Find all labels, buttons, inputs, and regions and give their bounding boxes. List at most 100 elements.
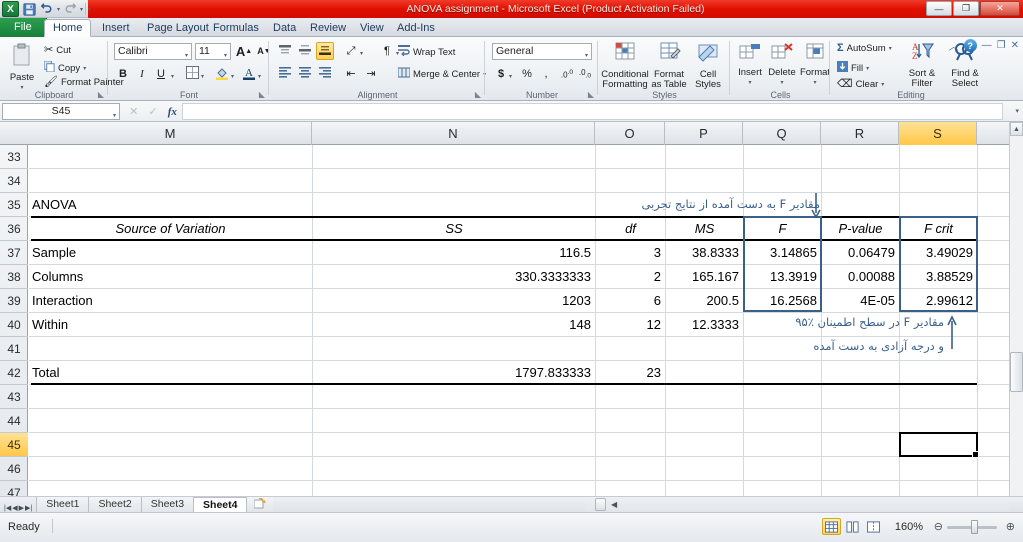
- row-header-39[interactable]: 39: [0, 289, 28, 313]
- italic-button[interactable]: I: [133, 65, 151, 83]
- format-cells-button[interactable]: Format ▾: [799, 42, 831, 88]
- align-top-button[interactable]: [276, 42, 294, 60]
- excel-logo-icon[interactable]: X: [2, 1, 19, 17]
- copy-button[interactable]: Copy ▾: [43, 60, 86, 75]
- scroll-up-button[interactable]: ▲: [1010, 122, 1023, 136]
- redo-icon[interactable]: [62, 1, 78, 17]
- cell-O38-df[interactable]: 2: [596, 265, 665, 288]
- column-header-O[interactable]: O: [595, 122, 665, 145]
- cell-M39-source[interactable]: Interaction: [29, 289, 312, 312]
- row-header-40[interactable]: 40: [0, 313, 28, 337]
- tab-formulas[interactable]: Formulas: [205, 20, 267, 37]
- undo-dropdown-caret-icon[interactable]: ▾: [57, 6, 60, 13]
- delete-caret-icon[interactable]: ▾: [780, 78, 783, 88]
- cell-M37-source[interactable]: Sample: [29, 241, 312, 264]
- fill-button[interactable]: Fill ▾: [837, 61, 869, 75]
- sort-filter-button[interactable]: AZ Sort & Filter: [903, 41, 941, 89]
- row-header-36[interactable]: 36: [0, 217, 28, 241]
- align-bottom-button[interactable]: [316, 42, 334, 60]
- sheet-tab-sheet2[interactable]: Sheet2: [88, 497, 141, 512]
- increase-decimal-button[interactable]: .0.0: [558, 65, 576, 83]
- redo-dropdown-caret-icon[interactable]: ▾: [80, 6, 83, 13]
- row-header-37[interactable]: 37: [0, 241, 28, 265]
- font-dialog-launcher[interactable]: ◣: [259, 90, 265, 99]
- font-color-caret-icon[interactable]: ▾: [258, 73, 261, 80]
- help-icon[interactable]: ?: [963, 39, 977, 52]
- column-header-N[interactable]: N: [312, 122, 595, 145]
- insert-worksheet-icon[interactable]: [246, 497, 274, 512]
- row-header-45[interactable]: 45: [0, 433, 28, 457]
- zoom-in-button[interactable]: ⊕: [1006, 520, 1015, 533]
- cell-R38-pvalue[interactable]: 0.00088: [822, 265, 899, 288]
- zoom-level[interactable]: 160%: [895, 521, 923, 533]
- cell-P37-ms[interactable]: 38.8333: [666, 241, 743, 264]
- borders-button[interactable]: [183, 65, 201, 83]
- cell-N36-header-ss[interactable]: SS: [313, 217, 595, 240]
- normal-view-icon[interactable]: [822, 518, 841, 535]
- window-close-small-icon[interactable]: ✕: [1011, 40, 1019, 51]
- tab-view[interactable]: View: [352, 20, 392, 37]
- row-header-41[interactable]: 41: [0, 337, 28, 361]
- cell-O36-header-df[interactable]: df: [596, 217, 665, 240]
- minimize-ribbon-icon[interactable]: ︿: [949, 38, 959, 53]
- cell-N39-ss[interactable]: 1203: [313, 289, 595, 312]
- enter-formula-icon[interactable]: ✓: [148, 105, 157, 118]
- underline-caret-icon[interactable]: ▾: [171, 73, 174, 80]
- row-header-46[interactable]: 46: [0, 457, 28, 481]
- font-family-select[interactable]: Calibri ▾: [114, 43, 192, 60]
- accounting-format-button[interactable]: $: [492, 65, 510, 83]
- page-break-view-icon[interactable]: [864, 518, 883, 535]
- orientation-caret-icon[interactable]: ▾: [360, 50, 363, 57]
- scroll-left-button[interactable]: ◀: [611, 500, 617, 509]
- autosum-caret-icon[interactable]: ▾: [889, 45, 892, 52]
- cell-M38-source[interactable]: Columns: [29, 265, 312, 288]
- zoom-slider[interactable]: [947, 520, 997, 534]
- formula-input[interactable]: [182, 103, 1003, 120]
- font-size-caret-icon[interactable]: ▾: [224, 49, 227, 64]
- fill-color-caret-icon[interactable]: ▾: [231, 73, 234, 80]
- cell-R39-pvalue[interactable]: 4E-05: [822, 289, 899, 312]
- sheet-tab-sheet3[interactable]: Sheet3: [140, 497, 194, 512]
- cell-N37-ss[interactable]: 116.5: [313, 241, 595, 264]
- delete-cells-button[interactable]: Delete ▾: [766, 42, 798, 88]
- insert-function-icon[interactable]: fx: [168, 106, 177, 118]
- grow-font-button[interactable]: A ▲: [235, 42, 253, 60]
- row-header-38[interactable]: 38: [0, 265, 28, 289]
- cell-M36-header-source[interactable]: Source of Variation: [29, 217, 312, 240]
- tab-data[interactable]: Data: [265, 20, 304, 37]
- cell-P38-ms[interactable]: 165.167: [666, 265, 743, 288]
- row-header-33[interactable]: 33: [0, 145, 28, 169]
- tab-review[interactable]: Review: [302, 20, 354, 37]
- fill-color-button[interactable]: [213, 65, 231, 83]
- cell-N40-ss[interactable]: 148: [313, 313, 595, 336]
- row-header-43[interactable]: 43: [0, 385, 28, 409]
- column-header-R[interactable]: R: [821, 122, 899, 145]
- decrease-decimal-button[interactable]: .0.0: [576, 65, 594, 83]
- align-left-button[interactable]: [276, 64, 294, 82]
- customize-qat-icon[interactable]: ▾: [88, 6, 91, 13]
- number-format-caret-icon[interactable]: ▾: [585, 49, 588, 64]
- insert-cells-button[interactable]: Insert ▾: [735, 42, 765, 88]
- font-size-select[interactable]: 11 ▾: [195, 43, 231, 60]
- clear-caret-icon[interactable]: ▾: [881, 81, 884, 88]
- cell-R36-header-pvalue[interactable]: P-value: [822, 217, 899, 240]
- align-middle-button[interactable]: [296, 42, 314, 60]
- column-header-P[interactable]: P: [665, 122, 743, 145]
- row-header-42[interactable]: 42: [0, 361, 28, 385]
- cell-O42-total-df[interactable]: 23: [596, 361, 665, 384]
- column-header-Q[interactable]: Q: [743, 122, 821, 145]
- undo-icon[interactable]: [39, 1, 55, 17]
- format-caret-icon[interactable]: ▾: [813, 78, 816, 88]
- increase-indent-button[interactable]: ⇥: [362, 64, 380, 82]
- last-sheet-icon[interactable]: ▶|: [25, 504, 32, 512]
- borders-caret-icon[interactable]: ▾: [201, 73, 204, 80]
- sheet-tab-sheet1[interactable]: Sheet1: [36, 497, 89, 512]
- page-layout-view-icon[interactable]: [843, 518, 862, 535]
- maximize-button[interactable]: ❐: [953, 1, 979, 16]
- copy-caret-icon[interactable]: ▾: [83, 65, 86, 72]
- align-right-button[interactable]: [316, 64, 334, 82]
- alignment-dialog-launcher[interactable]: ◣: [475, 90, 481, 99]
- number-dialog-launcher[interactable]: ◣: [588, 90, 594, 99]
- merge-center-button[interactable]: Merge & Center ▾: [397, 67, 486, 81]
- sheet-nav-buttons[interactable]: |◀ ◀ ▶ ▶|: [0, 504, 36, 512]
